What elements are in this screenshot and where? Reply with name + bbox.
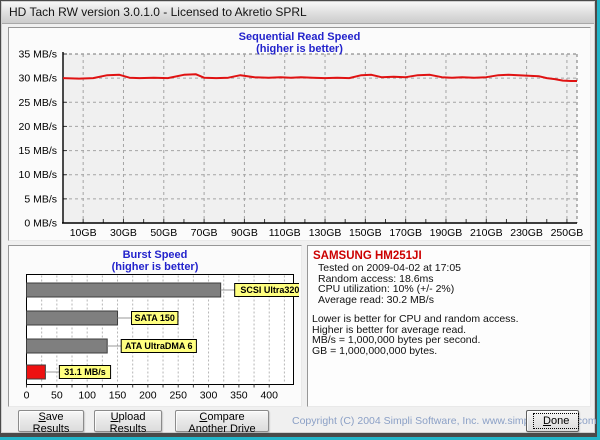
x-tick-label: 100 xyxy=(78,390,96,402)
x-tick-label: 200 xyxy=(139,390,157,402)
x-tick-label: 210GB xyxy=(470,227,503,238)
bar-label: SATA 150 xyxy=(135,313,175,323)
info-note-line: MB/s = 1,000,000 bytes per second. xyxy=(308,335,590,346)
y-tick-label: 5 MB/s xyxy=(24,193,57,205)
window-title: HD Tach RW version 3.0.1.0 - Licensed to… xyxy=(9,5,307,19)
save-results-button[interactable]: Save Results xyxy=(18,410,84,432)
y-tick-label: 15 MB/s xyxy=(18,145,57,157)
drive-info-panel: SAMSUNG HM251JI Tested on 2009-04-02 at … xyxy=(307,245,591,407)
y-tick-label: 0 MB/s xyxy=(24,218,57,230)
done-button[interactable]: Done xyxy=(526,410,579,432)
bar-label: 31.1 MB/s xyxy=(64,367,106,377)
x-tick-label: 50 xyxy=(51,390,63,402)
bar-label: SCSI Ultra320 xyxy=(240,285,299,295)
x-tick-label: 230GB xyxy=(510,227,543,238)
burst-bar xyxy=(27,283,221,297)
burst-chart-title: Burst Speed xyxy=(9,249,301,261)
window-titlebar[interactable]: HD Tach RW version 3.0.1.0 - Licensed to… xyxy=(2,2,594,24)
x-tick-label: 30GB xyxy=(110,227,137,238)
done-button-label: Done xyxy=(533,413,579,429)
x-tick-label: 350 xyxy=(230,390,248,402)
drive-info-notes: Lower is better for CPU and random acces… xyxy=(308,314,590,356)
y-tick-label: 30 MB/s xyxy=(18,73,57,85)
drive-name: SAMSUNG HM251JI xyxy=(308,246,590,263)
info-detail-line: CPU utilization: 10% (+/- 2%) xyxy=(308,284,590,295)
info-note-line: GB = 1,000,000,000 bytes. xyxy=(308,346,590,357)
x-tick-label: 90GB xyxy=(231,227,258,238)
burst-bar xyxy=(27,339,108,353)
x-tick-label: 250GB xyxy=(551,227,584,238)
seq-plot-area xyxy=(63,54,577,223)
drive-test-details: Tested on 2009-04-02 at 17:05Random acce… xyxy=(308,263,590,305)
seq-chart-title: Sequential Read Speed xyxy=(9,31,590,43)
y-tick-label: 10 MB/s xyxy=(18,169,57,181)
x-tick-label: 400 xyxy=(260,390,278,402)
burst-bar xyxy=(27,365,46,379)
burst-bar xyxy=(27,311,118,325)
x-tick-label: 70GB xyxy=(191,227,218,238)
burst-speed-panel: 0 50 100 150 200 250 300 350 400 SCSI Ultra320 SAT… xyxy=(8,245,302,407)
x-tick-label: 50GB xyxy=(150,227,177,238)
x-tick-label: 0 xyxy=(24,390,30,402)
compare-another-drive-button[interactable]: Compare Another Drive xyxy=(175,410,269,432)
x-tick-label: 250 xyxy=(169,390,187,402)
burst-chart-subtitle: (higher is better) xyxy=(9,261,301,273)
info-detail-line: Average read: 30.2 MB/s xyxy=(308,295,590,306)
info-detail-line: Tested on 2009-04-02 at 17:05 xyxy=(308,263,590,274)
x-tick-label: 110GB xyxy=(269,227,301,238)
x-tick-label: 150 xyxy=(109,390,127,402)
info-note-line: Lower is better for CPU and random acces… xyxy=(308,314,590,325)
upload-results-button[interactable]: Upload Results xyxy=(94,410,162,432)
seq-chart-subtitle: (higher is better) xyxy=(9,43,590,55)
sequential-read-panel: 0 MB/s 5 MB/s 10 MB/s 15 MB/s 20 MB/s 25 MB/s… xyxy=(8,27,591,241)
y-tick-label: 20 MB/s xyxy=(18,121,57,133)
x-tick-label: 190GB xyxy=(430,227,463,238)
bar-label: ATA UltraDMA 6 xyxy=(125,341,193,351)
x-tick-label: 150GB xyxy=(349,227,382,238)
x-tick-label: 10GB xyxy=(70,227,97,238)
x-tick-label: 300 xyxy=(200,390,218,402)
x-tick-label: 170GB xyxy=(389,227,422,238)
y-tick-label: 25 MB/s xyxy=(18,97,57,109)
sequential-read-chart: 0 MB/s 5 MB/s 10 MB/s 15 MB/s 20 MB/s 25 MB/s… xyxy=(9,28,588,238)
x-tick-label: 130GB xyxy=(309,227,342,238)
app-window: HD Tach RW version 3.0.1.0 - Licensed to… xyxy=(0,0,597,437)
